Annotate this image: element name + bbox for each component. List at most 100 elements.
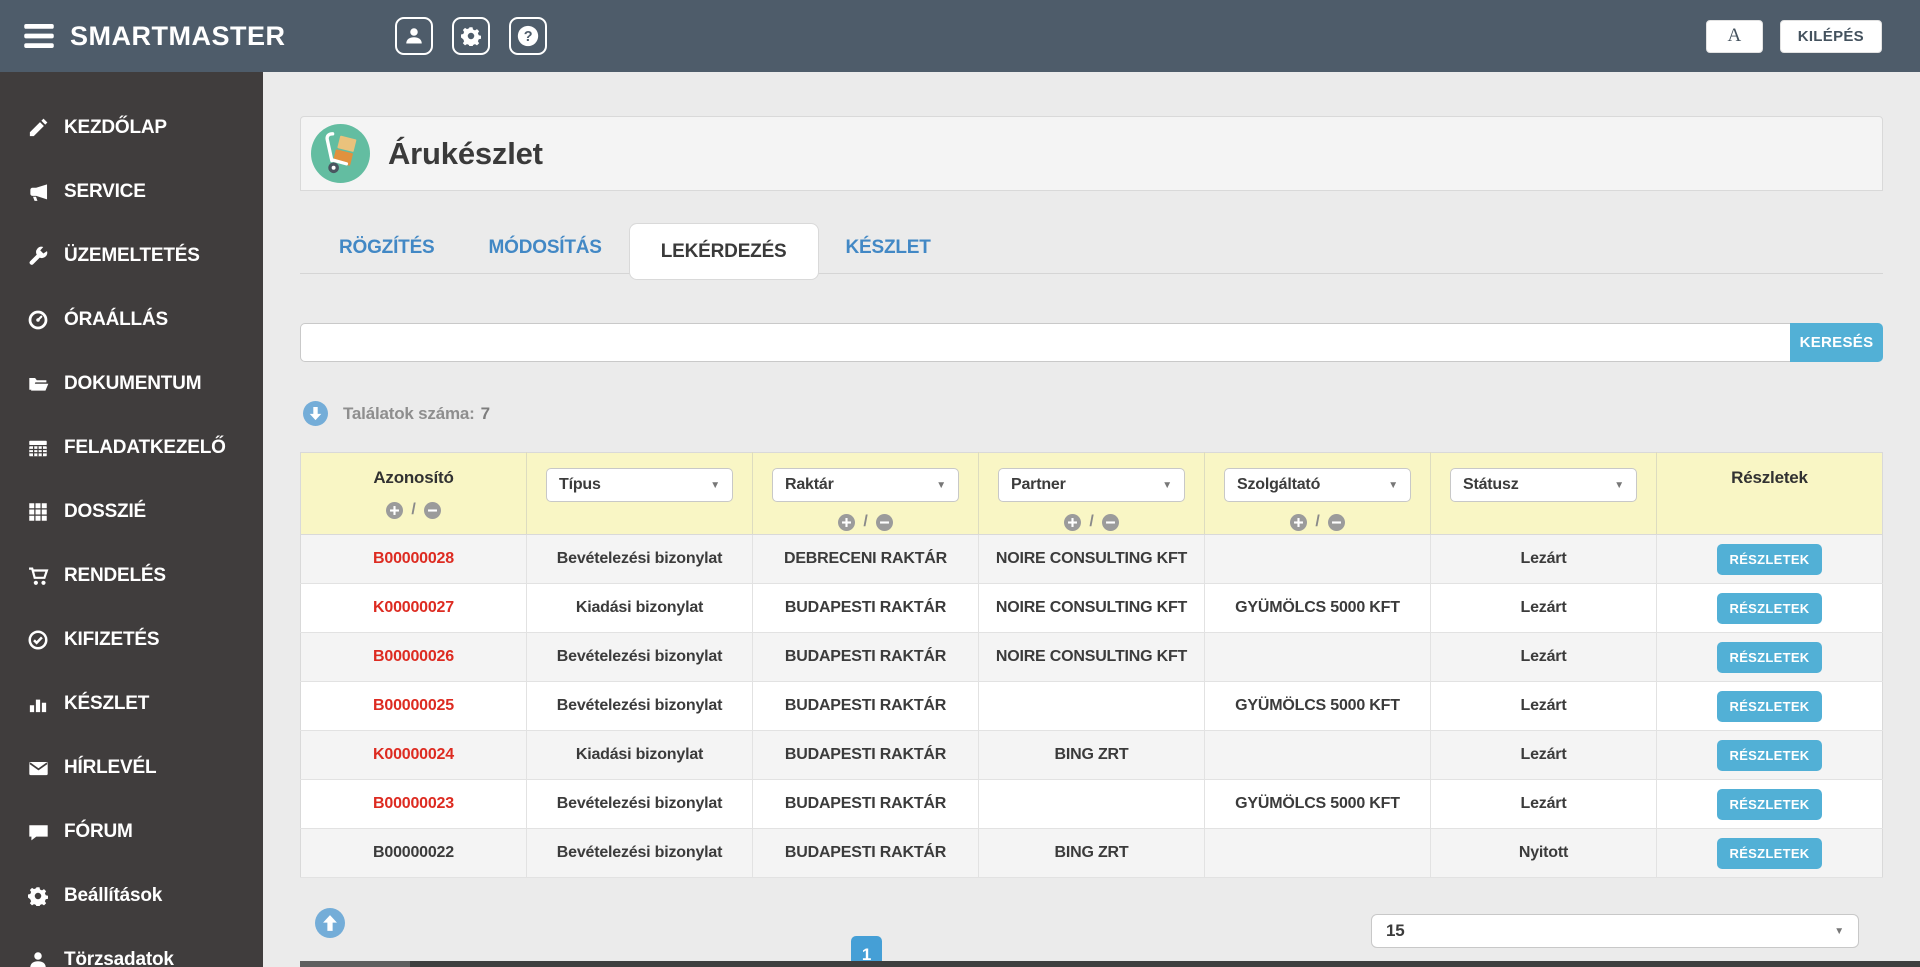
sidebar-item-ra-ll-s[interactable]: ÓRAÁLLÁS bbox=[0, 288, 263, 352]
user-button[interactable] bbox=[395, 17, 433, 55]
sidebar-item-label: SERVICE bbox=[64, 181, 146, 202]
search-input[interactable] bbox=[300, 323, 1790, 362]
column-header-raktar: Raktár ▼ / bbox=[752, 452, 979, 535]
minus-circle-icon[interactable] bbox=[1327, 513, 1345, 531]
table-row: B00000028 Bevételezési bizonylat DEBRECENI… bbox=[300, 534, 1883, 584]
column-header-szolgaltato: Szolgáltató ▼ / bbox=[1204, 452, 1431, 535]
document-id-link[interactable]: B00000028 bbox=[373, 550, 454, 567]
cell-value: DEBRECENI RAKTÁR bbox=[783, 550, 948, 567]
cell-statusz: Lezárt bbox=[1430, 730, 1657, 780]
cell-partner: NOIRE CONSULTING KFT bbox=[978, 632, 1205, 682]
sidebar-item-service[interactable]: SERVICE bbox=[0, 160, 263, 224]
scrollbar-thumb[interactable] bbox=[300, 961, 410, 967]
cell-value: BUDAPESTI RAKTÁR bbox=[784, 795, 947, 812]
gear-icon bbox=[461, 26, 481, 46]
sidebar-item-k-szlet[interactable]: KÉSZLET bbox=[0, 672, 263, 736]
minus-circle-icon[interactable] bbox=[875, 513, 893, 531]
cell-reszletek: RÉSZLETEK bbox=[1656, 681, 1883, 731]
sidebar-item-kifizet-s[interactable]: KIFIZETÉS bbox=[0, 608, 263, 672]
sidebar-item-feladatkezel[interactable]: FELADATKEZELŐ bbox=[0, 416, 263, 480]
column-header-azonosito: Azonosító / bbox=[300, 452, 527, 535]
sidebar-item-t-rzsadatok[interactable]: Törzsadatok bbox=[0, 928, 263, 967]
filter-select-statusz[interactable]: Státusz ▼ bbox=[1450, 468, 1637, 502]
sidebar-item-kezd-lap[interactable]: KEZDŐLAP bbox=[0, 96, 263, 160]
sidebar-item-dosszi[interactable]: DOSSZIÉ bbox=[0, 480, 263, 544]
sidebar-item-label: HÍRLEVÉL bbox=[64, 757, 157, 778]
page-size-select[interactable]: 15 ▼ bbox=[1371, 914, 1859, 948]
up-circle-icon[interactable] bbox=[315, 908, 345, 938]
filter-select-szolgaltato[interactable]: Szolgáltató ▼ bbox=[1224, 468, 1411, 502]
tab-k-szlet[interactable]: KÉSZLET bbox=[819, 223, 958, 273]
sidebar-item-label: Beállítások bbox=[64, 885, 163, 906]
chevron-down-icon: ▼ bbox=[1834, 925, 1844, 937]
column-label: Azonosító bbox=[373, 468, 454, 487]
cell-azonosito: K00000024 bbox=[300, 730, 527, 780]
hamburger-icon[interactable] bbox=[24, 24, 54, 48]
horizontal-scrollbar[interactable] bbox=[300, 961, 1920, 967]
cell-value: GYÜMÖLCS 5000 KFT bbox=[1235, 795, 1400, 812]
search-button[interactable]: KERESÉS bbox=[1790, 323, 1883, 362]
cell-szolgaltato: GYÜMÖLCS 5000 KFT bbox=[1204, 583, 1431, 633]
tab-lek-rdez-s[interactable]: LEKÉRDEZÉS bbox=[628, 223, 819, 280]
comment-icon bbox=[27, 822, 49, 843]
logout-button[interactable]: KILÉPÉS bbox=[1779, 19, 1882, 53]
sidebar-item-rendel-s[interactable]: RENDELÉS bbox=[0, 544, 263, 608]
sidebar-item-zemeltet-s[interactable]: ÜZEMELTETÉS bbox=[0, 224, 263, 288]
app-brand: SMARTMASTER bbox=[70, 20, 286, 51]
gear-icon bbox=[27, 886, 49, 906]
cell-reszletek: RÉSZLETEK bbox=[1656, 779, 1883, 829]
results-table: Azonosító / Típus ▼ Raktár ▼ / Partner ▼ / Szolgál… bbox=[300, 452, 1883, 878]
details-button[interactable]: RÉSZLETEK bbox=[1716, 641, 1823, 673]
filter-select-tipus[interactable]: Típus ▼ bbox=[546, 468, 733, 502]
font-size-button[interactable]: A bbox=[1705, 19, 1763, 53]
down-circle-icon[interactable] bbox=[303, 401, 328, 426]
gear-button[interactable] bbox=[452, 17, 490, 55]
cell-value: Bevételezési bizonylat bbox=[556, 648, 723, 665]
cell-value: BUDAPESTI RAKTÁR bbox=[784, 648, 947, 665]
details-button[interactable]: RÉSZLETEK bbox=[1716, 690, 1823, 722]
details-button[interactable]: RÉSZLETEK bbox=[1716, 543, 1823, 575]
document-id-link[interactable]: B00000025 bbox=[373, 697, 454, 714]
plus-circle-icon[interactable] bbox=[1290, 513, 1308, 531]
calendar-icon bbox=[27, 438, 49, 458]
document-id-link[interactable]: B00000023 bbox=[373, 795, 454, 812]
filter-select-raktar[interactable]: Raktár ▼ bbox=[772, 468, 959, 502]
details-button[interactable]: RÉSZLETEK bbox=[1716, 592, 1823, 624]
cell-value: GYÜMÖLCS 5000 KFT bbox=[1235, 599, 1400, 616]
cell-szolgaltato bbox=[1204, 730, 1431, 780]
document-id-link[interactable]: B00000026 bbox=[373, 648, 454, 665]
plus-circle-icon[interactable] bbox=[386, 501, 404, 519]
cell-reszletek: RÉSZLETEK bbox=[1656, 534, 1883, 584]
tab-r-gz-t-s[interactable]: RÖGZÍTÉS bbox=[312, 223, 462, 273]
table-row: K00000027 Kiadási bizonylat BUDAPESTI RAKT… bbox=[300, 583, 1883, 633]
chevron-down-icon: ▼ bbox=[1614, 479, 1624, 491]
cell-szolgaltato: GYÜMÖLCS 5000 KFT bbox=[1204, 779, 1431, 829]
details-button[interactable]: RÉSZLETEK bbox=[1716, 739, 1823, 771]
cell-value: BING ZRT bbox=[1054, 746, 1129, 763]
tab-m-dos-t-s[interactable]: MÓDOSÍTÁS bbox=[462, 223, 629, 273]
chevron-down-icon: ▼ bbox=[1162, 479, 1172, 491]
plus-circle-icon[interactable] bbox=[1064, 513, 1082, 531]
document-id-link[interactable]: K00000024 bbox=[373, 746, 454, 763]
cell-value: Lezárt bbox=[1520, 599, 1567, 616]
cell-raktar: BUDAPESTI RAKTÁR bbox=[752, 779, 979, 829]
cell-value: BUDAPESTI RAKTÁR bbox=[784, 697, 947, 714]
document-id-link[interactable]: B00000022 bbox=[373, 844, 454, 861]
filter-select-partner[interactable]: Partner ▼ bbox=[998, 468, 1185, 502]
minus-circle-icon[interactable] bbox=[1101, 513, 1119, 531]
cell-tipus: Kiadási bizonylat bbox=[526, 583, 753, 633]
sidebar-item-f-rum[interactable]: FÓRUM bbox=[0, 800, 263, 864]
sidebar-item-h-rlev-l[interactable]: HÍRLEVÉL bbox=[0, 736, 263, 800]
question-button[interactable]: ? bbox=[509, 17, 547, 55]
cell-value: Bevételezési bizonylat bbox=[556, 550, 723, 567]
sidebar-item-dokumentum[interactable]: DOKUMENTUM bbox=[0, 352, 263, 416]
details-button[interactable]: RÉSZLETEK bbox=[1716, 837, 1823, 869]
page-title: Árukészlet bbox=[388, 135, 543, 171]
cell-value: Lezárt bbox=[1520, 795, 1567, 812]
document-id-link[interactable]: K00000027 bbox=[373, 599, 454, 616]
minus-circle-icon[interactable] bbox=[423, 501, 441, 519]
details-button[interactable]: RÉSZLETEK bbox=[1716, 788, 1823, 820]
plus-circle-icon[interactable] bbox=[838, 513, 856, 531]
table-footer: 1 15 ▼ bbox=[300, 906, 1883, 967]
sidebar-item-be-ll-t-sok[interactable]: Beállítások bbox=[0, 864, 263, 928]
